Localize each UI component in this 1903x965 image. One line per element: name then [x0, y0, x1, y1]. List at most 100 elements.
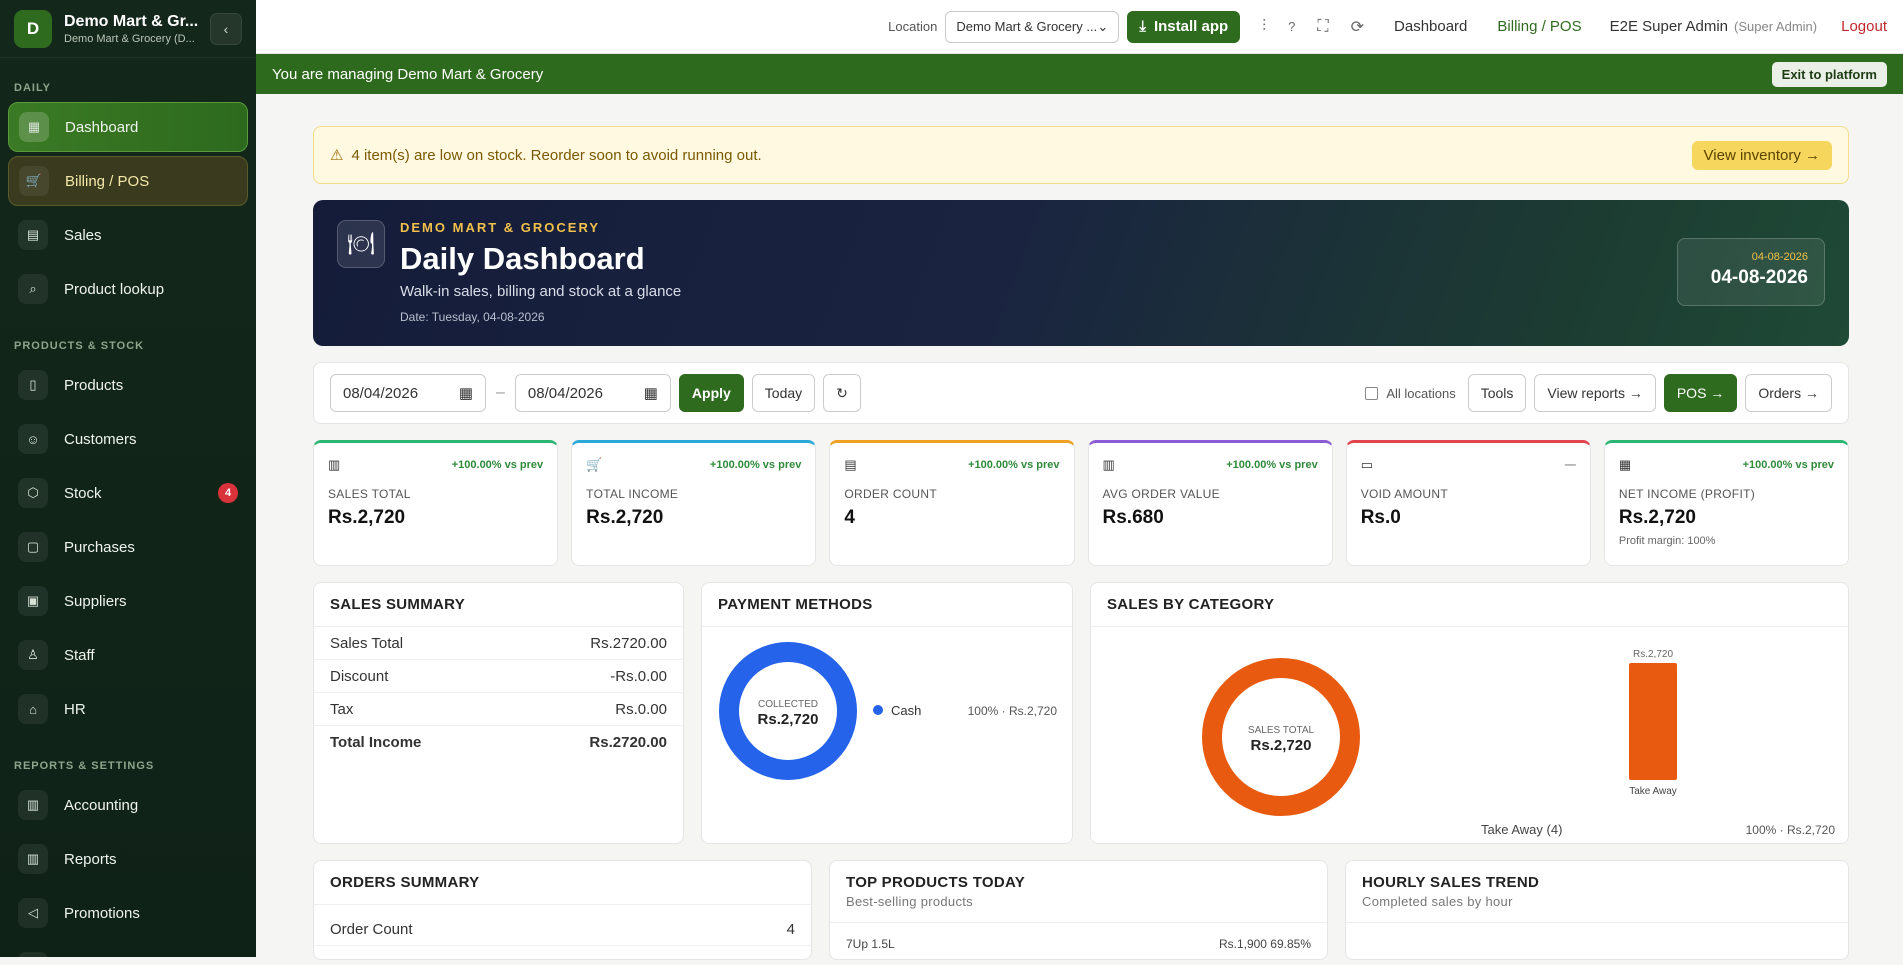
card-header: TOP PRODUCTS TODAY Best-selling products — [830, 861, 1327, 923]
legend-value: 100% · Rs.2,720 — [1746, 823, 1836, 837]
install-app-button[interactable]: ⤓ Install app — [1127, 10, 1241, 43]
kpi-change: +100.00% vs prev — [1226, 459, 1318, 471]
orders-row: Order Count 4 — [314, 913, 811, 946]
alert-text: 4 item(s) are low on stock. Reorder soon… — [351, 147, 762, 164]
hero-date: Date: Tuesday, 04-08-2026 — [400, 310, 545, 324]
view-inventory-button[interactable]: View inventory → — [1691, 140, 1832, 170]
cart-icon: 🛒 — [19, 166, 49, 196]
sidebar-item-accounting[interactable]: ▥ Accounting — [8, 780, 248, 830]
payment-donut-chart: COLLECTED Rs.2,720 Cash 100% · Rs.2,720 — [719, 642, 1058, 780]
page-title: Daily Dashboard — [400, 241, 645, 276]
brand-subtitle: Demo Mart & Grocery (D... — [64, 32, 195, 45]
main-content: ⚠ 4 item(s) are low on stock. Reorder soo… — [313, 94, 1850, 960]
help-button[interactable]: ? — [1288, 19, 1295, 34]
sidebar-item-reports[interactable]: ▥ Reports — [8, 834, 248, 884]
collapse-sidebar-button[interactable]: ‹ — [210, 12, 242, 45]
users-icon: ☺ — [18, 424, 48, 454]
user-name: E2E Super Admin — [1609, 18, 1729, 35]
card-title: ORDERS SUMMARY — [314, 861, 811, 905]
sidebar-item-label: Billing / POS — [65, 172, 150, 190]
refresh-button[interactable]: ↻ — [823, 374, 861, 412]
kpi-change: +100.00% vs prev — [451, 459, 544, 471]
kpi-card: ▭ — VOID AMOUNT Rs.0 — [1345, 440, 1591, 566]
sidebar-item-promotions[interactable]: ◁ Promotions — [8, 888, 248, 938]
dashboard-hero: 🍽 DEMO MART & GROCERY Daily Dashboard Wa… — [313, 200, 1849, 346]
sidebar-item-billing-pos[interactable]: 🛒 Billing / POS — [8, 156, 248, 206]
sidebar-item-label: Purchases — [64, 538, 135, 556]
sidebar-item-hr[interactable]: ⌂ HR — [8, 684, 248, 734]
sliders-icon[interactable]: ⫶ — [1262, 18, 1266, 36]
sidebar-item-label: Sales — [64, 226, 102, 244]
sidebar-item-staff[interactable]: ♙ Staff — [8, 630, 248, 680]
sidebar-item-label: Product lookup — [64, 280, 165, 298]
kpi-value: Rs.0 — [1360, 507, 1401, 528]
download-icon: ⤓ — [1139, 18, 1146, 35]
kpi-value: 4 — [844, 507, 855, 528]
summary-row-tax: Tax Rs.0.00 — [314, 693, 683, 726]
sidebar-item-stock[interactable]: ⬡ Stock 4 — [8, 468, 248, 518]
sidebar-item-label: Stock — [64, 484, 102, 502]
card-title: SALES SUMMARY — [314, 583, 683, 627]
today-button[interactable]: Today — [751, 374, 816, 412]
sidebar-item-customers[interactable]: ☺ Customers — [8, 414, 248, 464]
apply-button[interactable]: Apply — [678, 374, 744, 412]
sidebar-item-dashboard[interactable]: ▦ Dashboard — [8, 102, 248, 152]
sidebar-item-sales[interactable]: ▤ Sales — [8, 210, 248, 260]
location-select[interactable]: Demo Mart & Grocery ... ⌄ — [945, 10, 1120, 43]
all-locations-checkbox[interactable]: All locations — [1365, 385, 1456, 401]
kpi-note: Profit margin: 100% — [1618, 535, 1716, 547]
kpi-value: Rs.2,720 — [586, 507, 664, 528]
search-icon: ⌕ — [18, 274, 48, 304]
hero-date-small: 04-08-2026 — [1751, 251, 1808, 263]
card-title: TOP PRODUCTS TODAY — [846, 874, 1026, 891]
sidebar-item-purchases[interactable]: ▢ Purchases — [8, 522, 248, 572]
tools-button[interactable]: Tools — [1467, 374, 1527, 412]
pos-button[interactable]: POS → — [1663, 374, 1738, 412]
refresh-icon[interactable]: ⟳ — [1351, 17, 1364, 37]
all-locations-label: All locations — [1386, 385, 1456, 401]
card-title: HOURLY SALES TREND — [1362, 874, 1540, 891]
exit-platform-button[interactable]: Exit to platform — [1771, 61, 1887, 87]
warning-icon: ⚠ — [330, 147, 344, 164]
kpi-label: NET INCOME (PROFIT) — [1618, 487, 1756, 501]
hero-description: Walk-in sales, billing and stock at a gl… — [400, 283, 682, 300]
legend-name: Take Away (4) — [1481, 822, 1562, 837]
kpi-change: — — [1564, 459, 1576, 471]
date-from-input[interactable]: 08/04/2026 ▦ — [330, 374, 486, 412]
logout-link[interactable]: Logout — [1841, 18, 1887, 35]
card-subtitle: Best-selling products — [846, 894, 973, 909]
sidebar-item-label: Accounting — [64, 796, 139, 814]
row-label: Order Count — [330, 920, 413, 938]
row-label: Tax — [330, 700, 354, 718]
row-value: Rs.2720.00 — [589, 734, 667, 751]
sidebar-item-label: Dashboard — [65, 118, 139, 136]
person-icon: ♙ — [18, 640, 48, 670]
sidebar-item-more[interactable]: · — [8, 942, 248, 957]
checkbox-box[interactable] — [1365, 386, 1379, 400]
brand-logo: D — [14, 9, 52, 48]
sidebar-item-product-lookup[interactable]: ⌕ Product lookup — [8, 264, 248, 314]
summary-row-sales-total: Sales Total Rs.2720.00 — [314, 627, 683, 660]
row-value: -Rs.0.00 — [610, 667, 667, 685]
legend-value: 100% · Rs.2,720 — [968, 704, 1058, 718]
billing-pos-link[interactable]: Billing / POS — [1497, 18, 1581, 35]
donut-center-label: SALES TOTAL — [1248, 725, 1315, 736]
dashboard-link[interactable]: Dashboard — [1394, 18, 1467, 35]
top-products-card: TOP PRODUCTS TODAY Best-selling products… — [829, 860, 1328, 960]
calendar-icon: ▦ — [458, 385, 473, 402]
calendar-icon: ▦ — [643, 385, 658, 402]
orders-summary-card: ORDERS SUMMARY Order Count 4 — [313, 860, 812, 960]
fullscreen-icon[interactable]: ⛶ — [1317, 18, 1328, 36]
kpi-label: AVG ORDER VALUE — [1102, 487, 1220, 501]
legend-name: Cash — [891, 703, 921, 718]
sidebar-item-label: HR — [64, 700, 86, 718]
payment-methods-card: PAYMENT METHODS COLLECTED Rs.2,720 Cash … — [701, 582, 1073, 844]
kpi-change: +100.00% vs prev — [709, 459, 802, 471]
kpi-value: Rs.2,720 — [328, 507, 406, 528]
orders-button[interactable]: Orders → — [1745, 374, 1832, 412]
date-to-input[interactable]: 08/04/2026 ▦ — [514, 374, 671, 412]
view-reports-button[interactable]: View reports → — [1534, 374, 1656, 412]
sidebar-item-products[interactable]: ▯ Products — [8, 360, 248, 410]
card-header: HOURLY SALES TREND Completed sales by ho… — [1346, 861, 1848, 923]
sidebar-item-suppliers[interactable]: ▣ Suppliers — [8, 576, 248, 626]
